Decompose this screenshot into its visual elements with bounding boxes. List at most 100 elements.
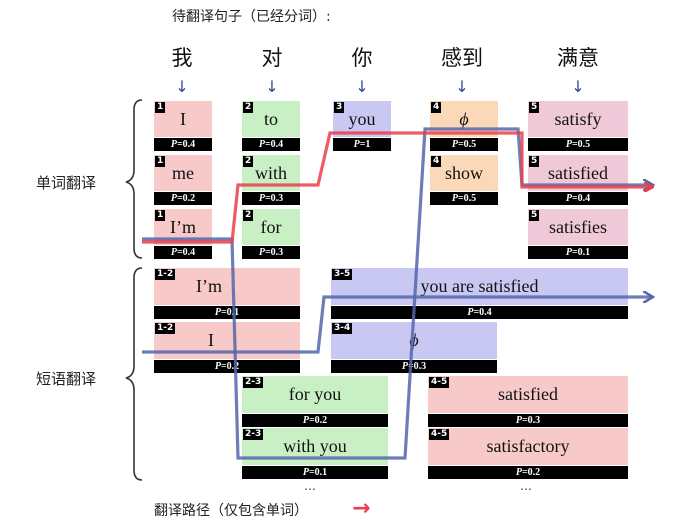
- phrase-cell-23b: with you 2-3 P=0.1: [242, 428, 388, 480]
- brace-group: [125, 99, 143, 481]
- word-cell-2b: with 2 P=0.3: [242, 155, 300, 205]
- cell-text: you: [348, 108, 376, 129]
- word-brace: [125, 99, 143, 259]
- cell-text: with: [254, 162, 287, 183]
- cell-text: for: [260, 216, 282, 237]
- cell-prob: P=0.4: [242, 138, 300, 151]
- word-cell-1c: I’m 1 P=0.4: [154, 209, 212, 259]
- word-cell-1b: me 1 P=0.2: [154, 155, 212, 205]
- cell-index: 2-3: [243, 377, 264, 388]
- cell-text: satisfied: [498, 384, 558, 404]
- word-cell-4a: ϕ 4 P=0.5: [430, 101, 498, 151]
- cell-index: 1: [155, 156, 166, 167]
- cell-prob: P=0.2: [242, 414, 388, 427]
- cell-prob: P=0.4: [528, 192, 628, 205]
- cell-text: to: [263, 108, 278, 129]
- phrase-cell-23a: for you 2-3 P=0.2: [242, 376, 388, 428]
- cell-prob: P=0.3: [428, 414, 628, 427]
- cell-text: I’m: [196, 276, 222, 296]
- cell-prob: P=0.4: [154, 138, 212, 151]
- source-word-3: 你: [351, 46, 373, 70]
- cell-index: 5: [529, 210, 540, 221]
- cell-prob: P=0.4: [331, 306, 628, 319]
- word-cell-1a: I 1 P=0.4: [154, 101, 212, 151]
- phrase-translation-label: 短语翻译: [36, 370, 97, 388]
- cell-index: 3-4: [332, 323, 353, 334]
- cell-prob: P=0.3: [331, 360, 497, 373]
- sentence-title: 待翻译句子（已经分词）:: [172, 9, 331, 25]
- down-arrow-icon: ↓: [355, 77, 369, 96]
- phrase-cell-45b: satisfactory 4-5 P=0.2: [428, 428, 628, 480]
- source-word-2: 对: [261, 46, 283, 70]
- ellipsis: …: [520, 479, 532, 493]
- cell-index: 5: [529, 102, 540, 113]
- phrase-cell-35: you are satisfied 3-5 P=0.4: [331, 268, 628, 320]
- ellipsis: …: [304, 479, 316, 493]
- cell-text: satisfies: [549, 216, 607, 237]
- phrase-cell-34: ϕ 3-4 P=0.3: [331, 322, 497, 374]
- source-word-5: 满意: [557, 46, 599, 70]
- word-cell-2c: for 2 P=0.3: [242, 209, 300, 259]
- cell-text: show: [444, 162, 483, 183]
- cell-text: I: [208, 330, 214, 350]
- cell-index: 4-5: [429, 377, 450, 388]
- down-arrow-icon: ↓: [571, 77, 585, 96]
- cell-index: 5: [529, 156, 540, 167]
- cell-index: 1-2: [155, 269, 176, 280]
- word-cell-3a: you 3 P=1: [333, 101, 391, 151]
- cell-text: satisfied: [548, 162, 608, 183]
- down-arrow-icon: ↓: [175, 77, 189, 96]
- source-word-4: 感到: [441, 46, 483, 70]
- cell-text: I: [180, 108, 186, 129]
- cell-prob: P=0.2: [154, 360, 300, 373]
- cell-index: 4-5: [429, 429, 450, 440]
- cell-index: 4: [431, 102, 442, 113]
- cell-index: 2: [243, 156, 254, 167]
- phrase-cell-45a: satisfied 4-5 P=0.3: [428, 376, 628, 428]
- down-arrow-icon: ↓: [265, 77, 279, 96]
- cell-prob: P=0.3: [242, 246, 300, 259]
- cell-text: ϕ: [459, 108, 469, 129]
- cell-prob: P=0.2: [428, 466, 628, 479]
- cell-text: satisfy: [554, 108, 602, 129]
- cell-prob: P=0.4: [154, 246, 212, 259]
- cell-index: 3: [334, 102, 345, 113]
- phrase-cell-12b: I 1-2 P=0.2: [154, 322, 300, 374]
- cell-index: 3-5: [332, 269, 353, 280]
- cell-index: 1: [155, 102, 166, 113]
- cell-text: for you: [288, 384, 342, 404]
- word-cell-2a: to 2 P=0.4: [242, 101, 300, 151]
- legend-text: 翻译路径（仅包含单词）: [154, 503, 308, 519]
- cell-prob: P=0.3: [242, 192, 300, 205]
- cell-index: 4: [431, 156, 442, 167]
- word-translation-label: 单词翻译: [36, 174, 97, 192]
- cell-prob: P=0.5: [430, 192, 498, 205]
- cell-prob: P=0.5: [430, 138, 498, 151]
- cell-prob: P=0.1: [528, 246, 628, 259]
- phrase-cell-12a: I’m 1-2 P=0.1: [154, 268, 300, 320]
- phrase-brace: [125, 267, 143, 481]
- cell-text: me: [172, 162, 194, 183]
- source-word-1: 我: [171, 46, 193, 70]
- word-cell-4b: show 4 P=0.5: [430, 155, 498, 205]
- cell-text: ϕ: [409, 330, 419, 350]
- cell-prob: P=0.2: [154, 192, 212, 205]
- red-arrow-icon: →: [352, 496, 371, 521]
- cell-text: you are satisfied: [420, 276, 539, 296]
- cell-index: 1: [155, 210, 166, 221]
- cell-index: 2-3: [243, 429, 264, 440]
- word-cell-5b: satisfied 5 P=0.4: [528, 155, 628, 205]
- cell-index: 1-2: [155, 323, 176, 334]
- cell-prob: P=0.1: [154, 306, 300, 319]
- cell-index: 2: [243, 102, 254, 113]
- word-cell-5c: satisfies 5 P=0.1: [528, 209, 628, 259]
- cell-prob: P=0.5: [528, 138, 628, 151]
- cell-text: with you: [283, 436, 347, 456]
- cell-prob: P=1: [333, 138, 391, 151]
- cell-index: 2: [243, 210, 254, 221]
- word-cell-5a: satisfy 5 P=0.5: [528, 101, 628, 151]
- cell-prob: P=0.1: [242, 466, 388, 479]
- down-arrow-icon: ↓: [455, 77, 469, 96]
- cell-text: satisfactory: [486, 436, 570, 456]
- cell-text: I’m: [170, 216, 196, 237]
